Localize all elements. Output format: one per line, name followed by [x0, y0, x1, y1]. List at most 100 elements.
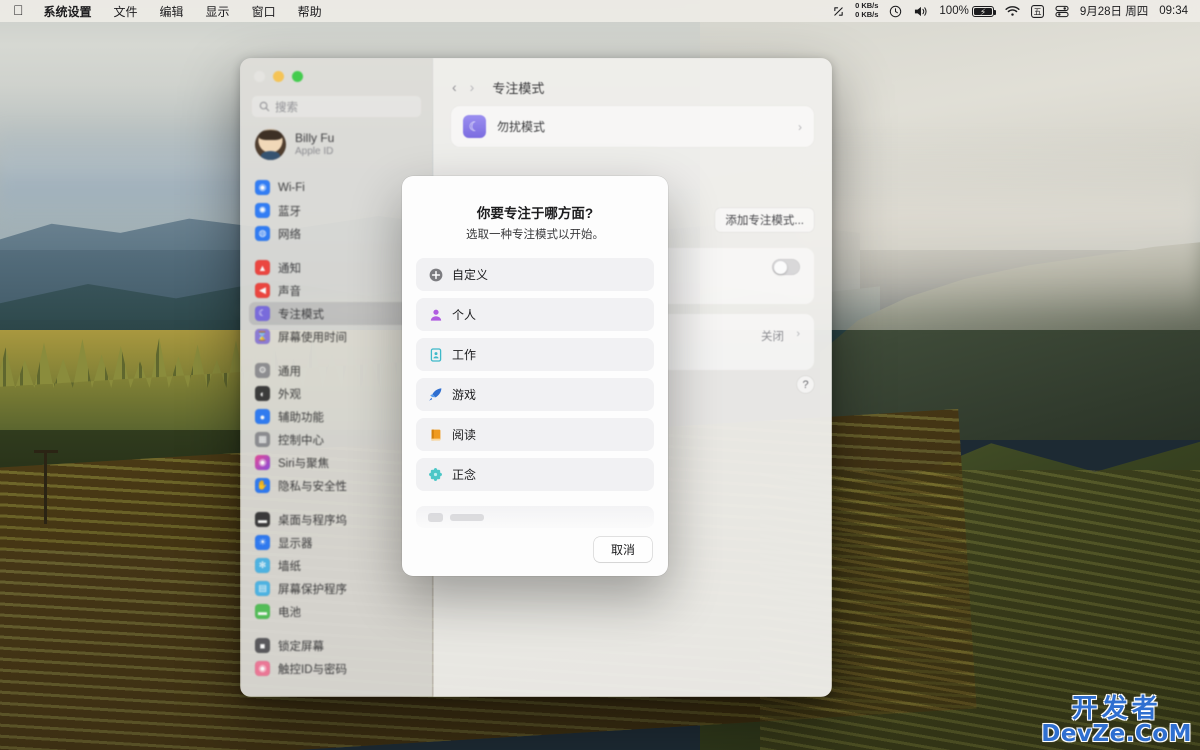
- sidebar-item-wallpaper[interactable]: ✻ 墙纸: [249, 554, 424, 577]
- focus-options-list: 自定义 个人 工作 游戏 阅读 正念: [402, 254, 668, 503]
- menu-bar:  系统设置 文件 编辑 显示 窗口 帮助 0 KB/s 0 KB/s 100%: [0, 0, 1200, 22]
- sidebar-item-network[interactable]: ◍ 网络: [249, 222, 424, 245]
- apple-id-account-row[interactable]: Billy Fu Apple ID: [249, 123, 424, 166]
- menu-date[interactable]: 9月28日 周四: [1080, 3, 1148, 19]
- plus-circle-icon: [428, 267, 443, 282]
- sidebar-item-label: 隐私与安全性: [278, 480, 347, 493]
- menu-item-help[interactable]: 帮助: [287, 3, 333, 20]
- desktop-dock-icon: ▬: [255, 512, 270, 527]
- sidebar-item-displays[interactable]: ☀ 显示器: [249, 531, 424, 554]
- sidebar-item-label: 网络: [278, 228, 301, 241]
- network-activity-icon[interactable]: [833, 6, 844, 17]
- close-button[interactable]: [254, 71, 265, 82]
- network-download-speed: 0 KB/s: [855, 10, 879, 19]
- sidebar-item-label: 外观: [278, 388, 301, 401]
- input-source-icon[interactable]: 五: [1030, 4, 1044, 18]
- sidebar-item-accessibility[interactable]: ● 辅助功能: [249, 405, 424, 428]
- cancel-button[interactable]: 取消: [593, 536, 652, 562]
- volume-icon[interactable]: [913, 5, 928, 18]
- minimize-button[interactable]: [273, 71, 284, 82]
- wifi-icon: ◉: [255, 180, 270, 195]
- touch-id-icon: ◉: [255, 661, 270, 676]
- bluetooth-icon: ✺: [255, 203, 270, 218]
- chevron-right-icon: ›: [796, 328, 800, 340]
- sidebar-item-label: 控制中心: [278, 434, 324, 447]
- menu-time[interactable]: 09:34: [1159, 5, 1188, 17]
- account-name: Billy Fu: [295, 130, 335, 145]
- wifi-menu-icon[interactable]: [1005, 5, 1020, 17]
- account-subtitle: Apple ID: [295, 145, 334, 157]
- sidebar-item-appearance[interactable]: ◐ 外观: [249, 382, 424, 405]
- control-center-icon[interactable]: [1055, 5, 1069, 18]
- sidebar-item-privacy-security[interactable]: ✋ 隐私与安全性: [249, 474, 424, 497]
- focus-option-personal[interactable]: 个人: [416, 298, 654, 331]
- focus-option-custom[interactable]: 自定义: [416, 258, 654, 291]
- forward-button[interactable]: ›: [470, 79, 475, 95]
- id-badge-icon: [428, 347, 443, 362]
- sidebar-item-bluetooth[interactable]: ✺ 蓝牙: [249, 199, 424, 222]
- sidebar-item-wifi[interactable]: ◉ Wi-Fi: [249, 176, 424, 199]
- focus-option-mindfulness[interactable]: 正念: [416, 458, 654, 491]
- sidebar-item-label: 蓝牙: [278, 205, 301, 218]
- sidebar-item-control-center[interactable]: ▦ 控制中心: [249, 428, 424, 451]
- sidebar-item-touch-id[interactable]: ◉ 触控ID与密码: [249, 657, 424, 680]
- focus-status-value: 关闭: [761, 331, 784, 343]
- sidebar-item-general[interactable]: ⚙ 通用: [249, 359, 424, 382]
- sidebar-item-screen-time[interactable]: ⌛ 屏幕使用时间: [249, 325, 424, 348]
- share-across-devices-toggle[interactable]: [772, 259, 800, 275]
- sidebar-item-label: 触控ID与密码: [278, 663, 347, 676]
- sidebar-divider: [240, 623, 433, 634]
- network-speed-readout[interactable]: 0 KB/s 0 KB/s: [855, 2, 878, 19]
- menu-item-window[interactable]: 窗口: [241, 3, 287, 20]
- search-input[interactable]: 搜索: [252, 96, 421, 117]
- watermark-latin: DevZe.CoM: [1041, 721, 1192, 747]
- content-header: ‹ › 专注模式: [433, 58, 832, 100]
- search-icon: [259, 101, 270, 112]
- sidebar-item-label: 辅助功能: [278, 411, 324, 424]
- focus-option-gaming[interactable]: 游戏: [416, 378, 654, 411]
- sidebar-item-label: 电池: [278, 606, 301, 619]
- zoom-button[interactable]: [292, 71, 303, 82]
- sheet-header: 你要专注于哪方面? 选取一种专注模式以开始。: [402, 176, 668, 254]
- sidebar-item-label: Siri与聚焦: [278, 457, 330, 470]
- focus-option-partial-row[interactable]: [416, 506, 654, 528]
- help-button[interactable]: ?: [797, 376, 814, 393]
- sidebar-item-battery[interactable]: ▬ 电池: [249, 600, 424, 623]
- sidebar-item-sound[interactable]: ◀ 声音: [249, 279, 424, 302]
- sidebar-item-siri-spotlight[interactable]: ◉ Siri与聚焦: [249, 451, 424, 474]
- sidebar-item-label: 通用: [278, 365, 301, 378]
- apple-logo-icon[interactable]: : [12, 3, 33, 19]
- focus-option-reading[interactable]: 阅读: [416, 418, 654, 451]
- menu-item-view[interactable]: 显示: [195, 3, 241, 20]
- menu-bar-left:  系统设置 文件 编辑 显示 窗口 帮助: [0, 3, 333, 20]
- sidebar-item-screensaver[interactable]: ▤ 屏幕保护程序: [249, 577, 424, 600]
- add-focus-button[interactable]: 添加专注模式...: [715, 208, 814, 232]
- battery-status[interactable]: 100% ⚡: [939, 5, 997, 17]
- menu-item-system-settings[interactable]: 系统设置: [33, 3, 103, 20]
- sidebar-item-label: 墙纸: [278, 560, 301, 573]
- window-controls: [240, 58, 433, 82]
- menu-item-file[interactable]: 文件: [103, 3, 149, 20]
- sheet-subtitle: 选取一种专注模式以开始。: [466, 229, 604, 241]
- menu-item-edit[interactable]: 编辑: [149, 3, 195, 20]
- clock-menu-icon[interactable]: [889, 5, 902, 18]
- accessibility-icon: ●: [255, 409, 270, 424]
- siri-icon: ◉: [255, 455, 270, 470]
- sidebar-item-label: Wi-Fi: [278, 181, 305, 194]
- sidebar-item-lock-screen[interactable]: ■ 锁定屏幕: [249, 634, 424, 657]
- notifications-icon: ▲: [255, 260, 270, 275]
- sheet-title: 你要专注于哪方面?: [476, 206, 594, 221]
- battery-icon: ▬: [255, 604, 270, 619]
- focus-mode-row-do-not-disturb[interactable]: ☾ 勿扰模式 ›: [451, 106, 814, 147]
- sidebar-item-focus[interactable]: ☾ 专注模式: [249, 302, 424, 325]
- sidebar-item-label: 通知: [278, 262, 301, 275]
- sidebar-item-notifications[interactable]: ▲ 通知: [249, 256, 424, 279]
- sidebar-item-label: 桌面与程序坞: [278, 514, 347, 527]
- privacy-hand-icon: ✋: [255, 478, 270, 493]
- svg-text:五: 五: [1033, 7, 1041, 16]
- focus-option-work[interactable]: 工作: [416, 338, 654, 371]
- focus-option-label: 阅读: [452, 428, 477, 442]
- back-button[interactable]: ‹: [452, 79, 457, 95]
- focus-option-label: 自定义: [452, 268, 489, 282]
- sidebar-item-desktop-dock[interactable]: ▬ 桌面与程序坞: [249, 508, 424, 531]
